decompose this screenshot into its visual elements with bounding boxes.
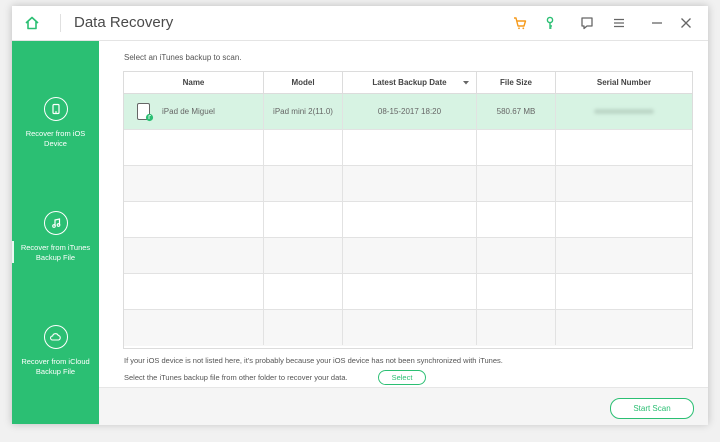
phone-icon [43,97,68,121]
register-button[interactable] [541,14,559,32]
table-header: Name Model Latest Backup Date File Size … [124,72,692,94]
redacted-serial [594,109,654,114]
table-row-empty [124,130,692,166]
chat-icon [581,17,593,30]
other-folder-note: Select the iTunes backup file from other… [124,373,348,382]
device-name: iPad de Miguel [162,107,215,116]
table-row[interactable]: iPad de Miguel iPad mini 2(11.0) 08-15-2… [124,94,692,130]
sort-down-icon [463,81,469,85]
sidebar-item-label: Recover from iTunes Backup File [20,243,91,262]
column-header-label: Latest Backup Date [372,78,447,87]
title-bar: Data Recovery [12,6,708,41]
sidebar-item-recover-itunes-backup[interactable]: Recover from iTunes Backup File [12,211,99,263]
sidebar: Recover from iOS Device Recover from iTu… [12,41,99,424]
column-header-file-size[interactable]: File Size [477,72,556,93]
backup-table: Name Model Latest Backup Date File Size … [123,71,693,349]
cloud-icon [43,325,68,349]
close-button[interactable] [677,14,695,32]
menu-button[interactable] [610,14,628,32]
key-icon [546,16,554,29]
music-note-icon [43,211,68,235]
table-row-empty [124,166,692,202]
home-button[interactable] [12,6,52,40]
cell-name: iPad de Miguel [124,94,264,129]
column-header-name[interactable]: Name [124,72,264,93]
cell-size: 580.67 MB [477,94,556,129]
home-icon [25,16,39,30]
close-icon [681,18,691,28]
column-header-serial-number[interactable]: Serial Number [556,72,692,93]
cell-model: iPad mini 2(11.0) [264,94,343,129]
table-row-empty [124,238,692,274]
instruction-text: Select an iTunes backup to scan. [124,53,242,62]
cart-icon [514,17,527,30]
feedback-button[interactable] [578,14,596,32]
app-title: Data Recovery [74,14,174,31]
not-listed-note: If your iOS device is not listed here, i… [124,356,503,365]
cart-button[interactable] [511,14,529,32]
table-row-empty [124,202,692,238]
sidebar-item-label: Recover from iOS Device [25,129,86,148]
sidebar-item-recover-ios-device[interactable]: Recover from iOS Device [12,97,99,149]
select-folder-button[interactable]: Select [378,370,426,385]
minimize-icon [652,22,662,24]
ipad-icon [137,102,154,121]
table-row-empty [124,274,692,310]
cell-serial [556,94,692,129]
cell-date: 08-15-2017 18:20 [343,94,477,129]
minimize-button[interactable] [648,14,666,32]
sidebar-item-label: Recover from iCloud Backup File [21,357,90,376]
column-header-latest-backup-date[interactable]: Latest Backup Date [343,72,477,93]
table-row-empty [124,310,692,346]
sidebar-item-recover-icloud-backup[interactable]: Recover from iCloud Backup File [12,325,99,377]
start-scan-button[interactable]: Start Scan [610,398,694,419]
menu-icon [614,18,624,28]
column-header-model[interactable]: Model [264,72,343,93]
app-window: Data Recovery Recover from iOS Device Re… [12,6,708,425]
title-separator [60,14,61,32]
